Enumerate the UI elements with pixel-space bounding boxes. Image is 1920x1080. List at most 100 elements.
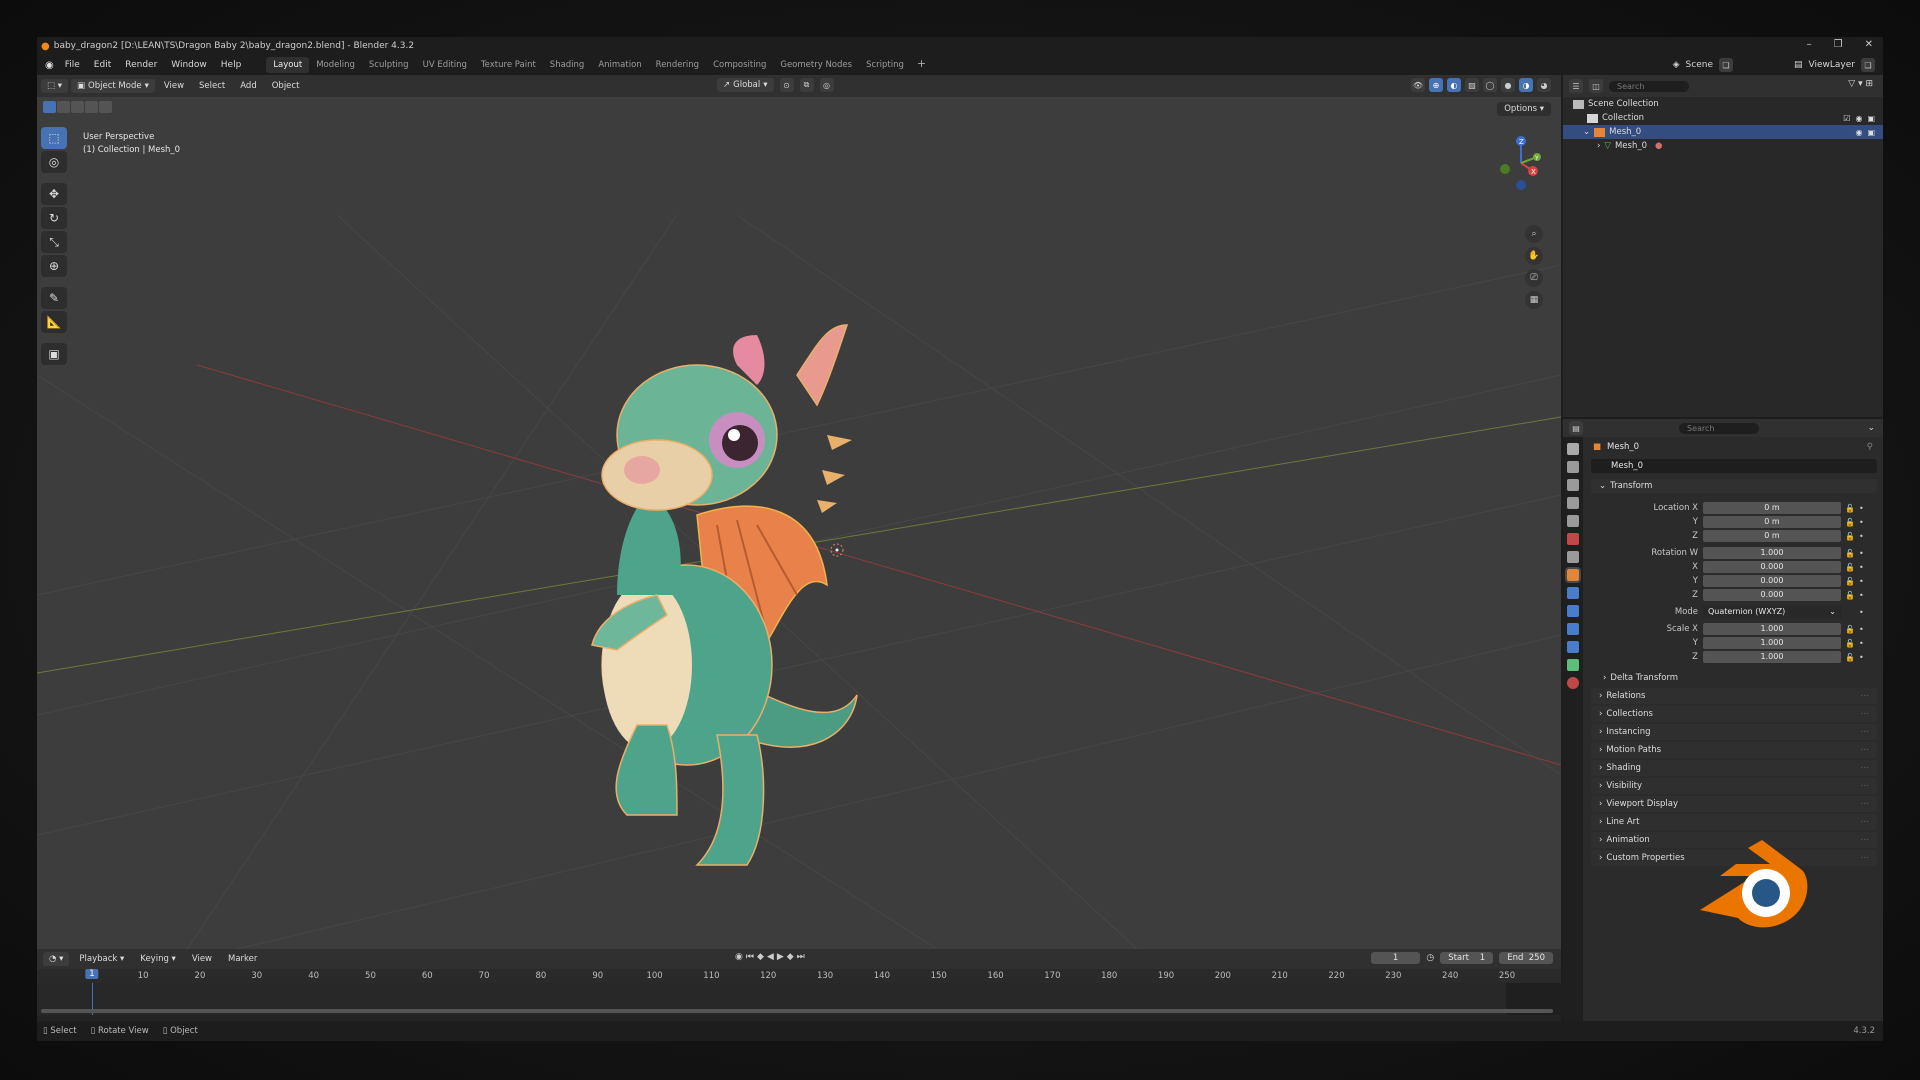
- panel-motion-paths[interactable]: › Motion Paths ⋯: [1591, 742, 1877, 758]
- lock-icon[interactable]: 🔓: [1845, 639, 1855, 648]
- gizmo-neg-y-axis[interactable]: [1500, 164, 1510, 174]
- timeline-editor-type-icon[interactable]: ◔ ▾: [43, 952, 70, 966]
- new-scene-icon[interactable]: ❏: [1719, 58, 1733, 72]
- wireframe-shading-icon[interactable]: ◯: [1483, 78, 1497, 92]
- gizmo-neg-z-axis[interactable]: [1516, 180, 1526, 190]
- tab-layout[interactable]: Layout: [266, 57, 310, 73]
- world-tab-icon[interactable]: [1567, 533, 1579, 545]
- menu-select[interactable]: Select: [193, 79, 231, 93]
- keyframe-dot-icon[interactable]: •: [1859, 504, 1864, 513]
- constraints-tab-icon[interactable]: [1567, 641, 1579, 653]
- menu-playback[interactable]: Playback ▾: [73, 952, 130, 966]
- exclude-checkbox[interactable]: ☑: [1843, 114, 1850, 123]
- menu-object[interactable]: Object: [266, 79, 306, 93]
- jump-start-icon[interactable]: ⏮: [746, 952, 754, 962]
- keyframe-dot-icon[interactable]: •: [1859, 549, 1864, 558]
- scale-z-field[interactable]: 1.000: [1703, 651, 1841, 663]
- transform-panel-header[interactable]: ⌄ Transform: [1591, 479, 1877, 493]
- tree-item-mesh-object[interactable]: ⌄ Mesh_0 ◉ ▣: [1563, 125, 1883, 139]
- overlay-toggle-icon[interactable]: ◐: [1447, 78, 1461, 92]
- tab-uv-editing[interactable]: UV Editing: [416, 57, 474, 73]
- select-box-tool-icon[interactable]: ⬚: [41, 127, 67, 149]
- current-frame-field[interactable]: 1: [1370, 952, 1421, 964]
- rotation-x-field[interactable]: 0.000: [1703, 561, 1841, 573]
- play-icon[interactable]: ▶: [777, 952, 784, 962]
- rotation-w-field[interactable]: 1.000: [1703, 547, 1841, 559]
- keyframe-dot-icon[interactable]: •: [1859, 653, 1864, 662]
- keyframe-dot-icon[interactable]: •: [1859, 608, 1864, 617]
- rotation-z-field[interactable]: 0.000: [1703, 589, 1841, 601]
- rendered-shading-icon[interactable]: ◕: [1537, 78, 1551, 92]
- material-tab-icon[interactable]: [1567, 677, 1579, 689]
- physics-tab-icon[interactable]: [1567, 623, 1579, 635]
- next-keyframe-icon[interactable]: ◆: [787, 952, 794, 962]
- annotate-tool-icon[interactable]: ✎: [41, 287, 67, 309]
- keyframe-dot-icon[interactable]: •: [1859, 518, 1864, 527]
- menu-help[interactable]: Help: [214, 60, 249, 70]
- blender-menu-icon[interactable]: ◉: [41, 60, 58, 71]
- render-tab-icon[interactable]: [1567, 461, 1579, 473]
- rotation-y-field[interactable]: 0.000: [1703, 575, 1841, 587]
- pivot-icon[interactable]: ⊙: [779, 78, 794, 92]
- panel-instancing[interactable]: › Instancing ⋯: [1591, 724, 1877, 740]
- dragon-model[interactable]: [591, 324, 858, 866]
- keyframe-dot-icon[interactable]: •: [1859, 532, 1864, 541]
- tool-tab-icon[interactable]: [1567, 443, 1579, 455]
- select-extend-icon[interactable]: [57, 101, 70, 113]
- tree-item-collection[interactable]: Collection ☑ ◉ ▣: [1563, 111, 1883, 125]
- scale-x-field[interactable]: 1.000: [1703, 623, 1841, 635]
- maximize-button[interactable]: ❐: [1834, 39, 1843, 50]
- menu-add[interactable]: Add: [234, 79, 262, 93]
- lock-icon[interactable]: 🔓: [1845, 653, 1855, 662]
- panel-line-art[interactable]: › Line Art ⋯: [1591, 814, 1877, 830]
- snap-icon[interactable]: ⧉: [799, 78, 814, 92]
- mode-selector[interactable]: ▣ Object Mode ▾: [71, 79, 155, 93]
- measure-tool-icon[interactable]: 📐: [41, 311, 67, 333]
- camera-render-icon[interactable]: ▣: [1867, 114, 1875, 123]
- add-cube-tool-icon[interactable]: ▣: [41, 343, 67, 365]
- move-tool-icon[interactable]: ✥: [41, 183, 67, 205]
- expand-arrow-icon[interactable]: ⌄: [1583, 127, 1590, 137]
- tab-texture-paint[interactable]: Texture Paint: [474, 57, 543, 73]
- keyframe-dot-icon[interactable]: •: [1859, 591, 1864, 600]
- filter-icon[interactable]: ▽ ▾ ⊞: [1848, 79, 1873, 89]
- new-viewlayer-icon[interactable]: ❏: [1861, 58, 1875, 72]
- tab-shading[interactable]: Shading: [543, 57, 592, 73]
- lock-icon[interactable]: 🔓: [1845, 518, 1855, 527]
- end-frame-field[interactable]: End 250: [1499, 952, 1553, 964]
- scale-y-field[interactable]: 1.000: [1703, 637, 1841, 649]
- scene-tab-icon[interactable]: [1567, 515, 1579, 527]
- collection-tab-icon[interactable]: [1567, 551, 1579, 563]
- material-shading-icon[interactable]: ◑: [1519, 78, 1533, 92]
- menu-marker[interactable]: Marker: [222, 952, 263, 966]
- keyframe-dot-icon[interactable]: •: [1859, 639, 1864, 648]
- tab-compositing[interactable]: Compositing: [706, 57, 773, 73]
- outliner-editor-type-icon[interactable]: ☰: [1569, 79, 1583, 93]
- display-mode-icon[interactable]: ◫: [1589, 79, 1603, 93]
- particles-tab-icon[interactable]: [1567, 605, 1579, 617]
- menu-file[interactable]: File: [58, 60, 87, 70]
- rotate-tool-icon[interactable]: ↻: [41, 207, 67, 229]
- keyframe-dot-icon[interactable]: •: [1859, 625, 1864, 634]
- play-reverse-icon[interactable]: ◀: [767, 952, 774, 962]
- ortho-toggle-icon[interactable]: ▦: [1525, 291, 1543, 309]
- proportional-edit-icon[interactable]: ◎: [819, 78, 834, 92]
- tab-sculpting[interactable]: Sculpting: [362, 57, 416, 73]
- camera-render-icon[interactable]: ▣: [1867, 128, 1875, 137]
- tab-scripting[interactable]: Scripting: [859, 57, 911, 73]
- close-button[interactable]: ✕: [1865, 39, 1873, 50]
- panel-shading[interactable]: › Shading ⋯: [1591, 760, 1877, 776]
- location-x-field[interactable]: 0 m: [1703, 502, 1841, 514]
- menu-edit[interactable]: Edit: [87, 60, 118, 70]
- scale-tool-icon[interactable]: ⤡: [41, 231, 67, 253]
- object-tab-icon[interactable]: [1565, 567, 1581, 583]
- keyframe-dot-icon[interactable]: •: [1859, 563, 1864, 572]
- delta-transform-subpanel[interactable]: › Delta Transform: [1585, 670, 1883, 686]
- lock-icon[interactable]: 🔓: [1845, 563, 1855, 572]
- view-layer-tab-icon[interactable]: [1567, 497, 1579, 509]
- location-y-field[interactable]: 0 m: [1703, 516, 1841, 528]
- properties-search-input[interactable]: Search: [1679, 422, 1759, 434]
- solid-shading-icon[interactable]: ●: [1501, 78, 1515, 92]
- visibility-icon[interactable]: 👁: [1411, 78, 1425, 92]
- properties-editor-type-icon[interactable]: ▤: [1569, 421, 1583, 435]
